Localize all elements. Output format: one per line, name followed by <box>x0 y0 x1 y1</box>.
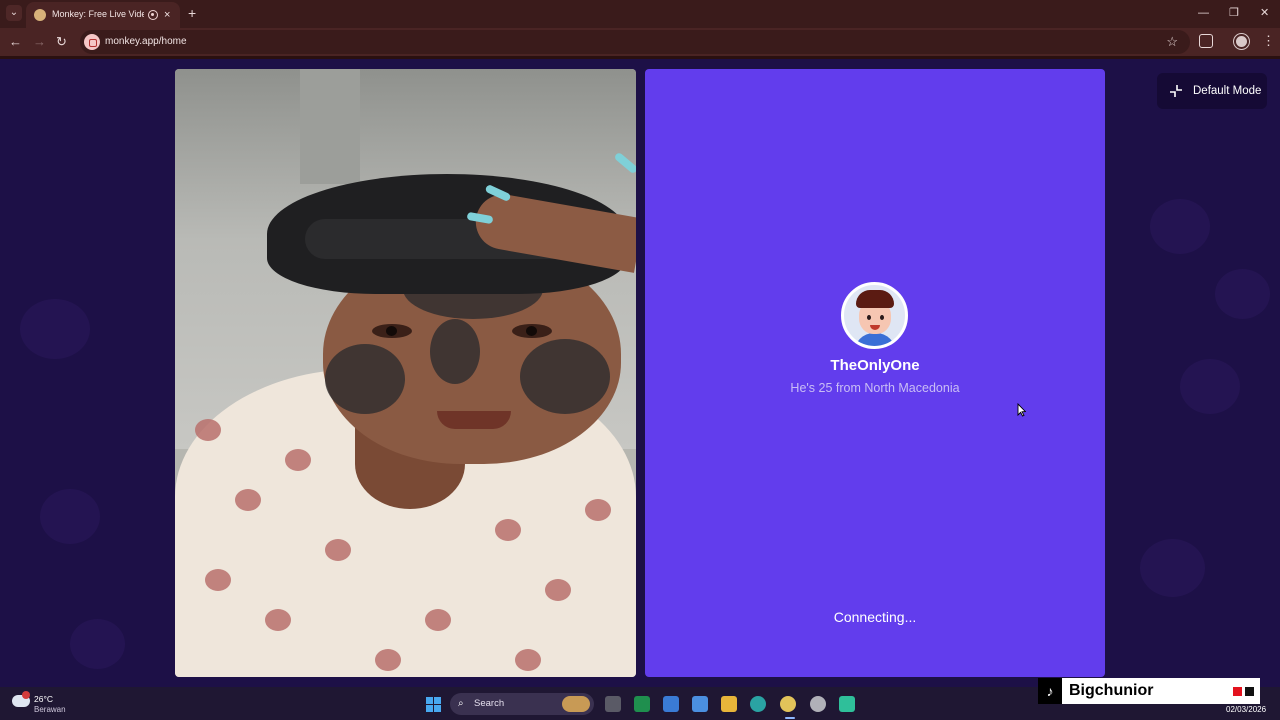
new-tab-button[interactable]: + <box>188 6 196 20</box>
address-bar[interactable]: monkey.app/home ☆ <box>80 30 1190 54</box>
search-label: Search <box>474 698 505 709</box>
connection-status: Connecting... <box>833 609 917 625</box>
watermark-red-square-icon <box>1233 687 1242 696</box>
back-button[interactable]: ← <box>9 34 22 50</box>
video-shirt-pattern <box>545 579 571 601</box>
search-icon: ⌕ <box>458 698 464 709</box>
clock-date[interactable]: 02/03/2026 <box>1226 705 1266 715</box>
bg-decoration <box>70 619 125 669</box>
watermark-name: Bigchunior <box>1069 682 1154 699</box>
bg-decoration <box>1180 359 1240 414</box>
mouse-cursor-icon <box>1017 403 1026 417</box>
m365-icon[interactable] <box>663 696 679 712</box>
video-face-mask <box>325 344 405 414</box>
forward-button[interactable]: → <box>33 34 46 50</box>
avatar-hair <box>856 290 894 308</box>
weather-notification-badge <box>22 691 30 699</box>
default-mode-button[interactable]: Default Mode <box>1157 73 1267 109</box>
url-text[interactable]: monkey.app/home <box>105 35 187 49</box>
browser-tab-bar: ⌄ Monkey: Free Live Video Chat × + — ❐ ✕ <box>0 0 1280 28</box>
extensions-icon[interactable] <box>1199 34 1213 48</box>
browser-toolbar: ← → ↻ monkey.app/home ☆ <box>0 28 1280 56</box>
window-minimize-button[interactable]: — <box>1198 6 1209 20</box>
search-highlight-icon <box>562 696 590 712</box>
video-shirt-pattern <box>495 519 521 541</box>
video-shirt-pattern <box>195 419 221 441</box>
chrome-icon[interactable] <box>780 696 796 712</box>
partner-username: TheOnlyOne <box>830 357 920 374</box>
bg-decoration <box>20 299 90 359</box>
bg-decoration <box>40 489 100 544</box>
tiktok-watermark: ♪ Bigchunior <box>1038 678 1260 704</box>
partner-info: He's 25 from North Macedonia <box>790 381 960 395</box>
video-person-eye <box>512 324 552 338</box>
video-shirt-pattern <box>265 609 291 631</box>
tab-title: Monkey: Free Live Video Chat <box>52 9 144 19</box>
partner-avatar <box>841 282 908 349</box>
app-icon[interactable] <box>839 696 855 712</box>
reload-button[interactable]: ↻ <box>56 34 67 50</box>
bg-decoration <box>1140 539 1205 597</box>
bookmark-star-icon[interactable]: ☆ <box>1166 34 1178 50</box>
store-icon[interactable] <box>692 696 708 712</box>
app-icon[interactable] <box>810 696 826 712</box>
active-app-indicator <box>785 717 795 719</box>
default-mode-label: Default Mode <box>1193 85 1262 97</box>
video-shirt-pattern <box>205 569 231 591</box>
avatar-eye <box>880 315 884 320</box>
bg-decoration <box>1215 269 1270 319</box>
video-face-mask <box>430 319 480 384</box>
browser-menu-button[interactable]: ⋮ <box>1262 33 1275 49</box>
partner-panel: TheOnlyOne He's 25 from North Macedonia … <box>645 69 1105 677</box>
video-shirt-pattern <box>235 489 261 511</box>
avatar-shirt <box>854 333 896 346</box>
video-shirt-pattern <box>585 499 611 521</box>
video-shirt-pattern <box>285 449 311 471</box>
video-person-eye <box>372 324 412 338</box>
site-info-icon[interactable] <box>84 34 100 50</box>
avatar-eye <box>867 315 871 320</box>
file-explorer-icon[interactable] <box>721 696 737 712</box>
tab-search-button[interactable]: ⌄ <box>6 5 22 21</box>
video-shirt-pattern <box>515 649 541 671</box>
excel-icon[interactable] <box>634 696 650 712</box>
video-person-mouth <box>437 411 511 429</box>
local-video-feed <box>175 69 636 677</box>
task-view-icon[interactable] <box>605 696 621 712</box>
taskbar-search[interactable]: ⌕ Search <box>450 693 594 715</box>
video-shirt-pattern <box>425 609 451 631</box>
profile-avatar-icon[interactable] <box>1234 34 1249 49</box>
weather-temperature[interactable]: 26°C <box>34 694 53 704</box>
monkey-page: TheOnlyOne He's 25 from North Macedonia … <box>0 59 1280 687</box>
monkey-favicon-icon <box>34 9 46 21</box>
window-close-button[interactable]: ✕ <box>1260 6 1269 20</box>
video-face-mask <box>520 339 610 414</box>
recording-indicator-icon <box>148 10 158 20</box>
tiktok-icon: ♪ <box>1038 678 1062 704</box>
collapse-icon <box>1170 85 1182 97</box>
window-restore-button[interactable]: ❐ <box>1229 6 1239 20</box>
weather-condition[interactable]: Berawan <box>34 705 66 715</box>
tab-close-button[interactable]: × <box>164 8 170 22</box>
edge-icon[interactable] <box>750 696 766 712</box>
windows-start-icon[interactable] <box>426 697 441 712</box>
video-background-door <box>300 69 360 184</box>
watermark-black-square-icon <box>1245 687 1254 696</box>
video-shirt-pattern <box>325 539 351 561</box>
video-shirt-pattern <box>375 649 401 671</box>
browser-tab-active[interactable]: Monkey: Free Live Video Chat × <box>26 2 180 28</box>
bg-decoration <box>1150 199 1210 254</box>
